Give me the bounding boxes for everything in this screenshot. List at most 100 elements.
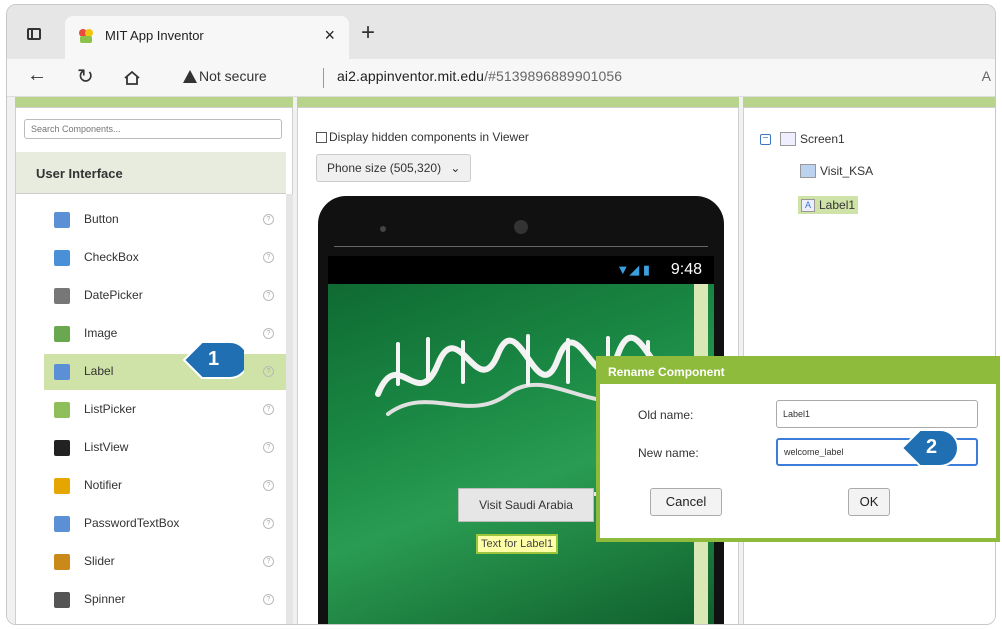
label1-component[interactable]: Text for Label1 — [476, 534, 559, 554]
tree-item-screen1[interactable]: Screen1 — [780, 132, 845, 146]
listpicker-icon — [54, 402, 70, 418]
back-arrow-icon[interactable]: ← — [27, 64, 47, 87]
phone-bezel-line — [334, 246, 708, 247]
callout-2-badge: 2 — [900, 426, 962, 470]
listview-icon — [54, 440, 70, 456]
image-icon — [54, 326, 70, 342]
phone-camera-icon — [514, 220, 528, 234]
cancel-button[interactable]: Cancel — [650, 488, 722, 516]
help-icon[interactable]: ? — [263, 556, 274, 567]
tree-label-screen1: Screen1 — [800, 132, 845, 146]
help-icon[interactable]: ? — [263, 404, 274, 415]
signal-battery-icon: ▼◢ ▮ — [616, 262, 650, 277]
screen-icon — [780, 132, 796, 146]
palette-item-notifier[interactable]: Notifier? — [44, 468, 290, 504]
components-header-strip — [743, 97, 995, 107]
address-bar: ← ↻ Not secure ai2.appinventor.mit.edu/#… — [7, 59, 995, 97]
tree-item-visit-ksa[interactable]: Visit_KSA — [800, 164, 873, 178]
new-tab-icon[interactable]: + — [361, 19, 375, 47]
help-icon[interactable]: ? — [263, 518, 274, 529]
callout-1-number: 1 — [208, 348, 220, 370]
home-icon[interactable] — [123, 69, 141, 87]
category-user-interface[interactable]: User Interface — [16, 152, 286, 194]
url-host: ai2.appinventor.mit.edu — [337, 68, 485, 84]
url-path: /#5139896889901056 — [484, 68, 623, 84]
help-icon[interactable]: ? — [263, 290, 274, 301]
tab-title: MIT App Inventor — [105, 28, 204, 43]
palette-item-image[interactable]: Image? — [44, 316, 290, 352]
tree-item-label1[interactable]: A Label1 — [798, 196, 859, 214]
search-components-input[interactable] — [24, 119, 282, 139]
viewer-header-strip — [297, 97, 739, 107]
palette-item-passwordtextbox[interactable]: PasswordTextBox? — [44, 506, 290, 542]
help-icon[interactable]: ? — [263, 214, 274, 225]
palette-item-listview[interactable]: ListView? — [44, 430, 290, 466]
palette-item-label: Notifier — [84, 478, 123, 492]
tab-close-icon[interactable]: × — [324, 25, 335, 46]
palette-item-label: Spinner — [84, 592, 126, 606]
palette-header-strip — [15, 97, 293, 107]
tab-bar: MIT App Inventor × + — [7, 5, 995, 59]
app-inventor-favicon-icon — [79, 29, 93, 43]
visit-ksa-button[interactable]: Visit Saudi Arabia — [458, 488, 594, 522]
callout-2-number: 2 — [926, 436, 938, 458]
slider-icon — [54, 554, 70, 570]
palette-item-label: ListPicker — [84, 402, 137, 416]
phone-status-bar: ▼◢ ▮ 9:48 — [328, 256, 714, 284]
spinner-icon — [54, 592, 70, 608]
callout-1-badge: 1 — [182, 338, 244, 382]
palette-item-button[interactable]: Button? — [44, 202, 290, 238]
help-icon[interactable]: ? — [263, 594, 274, 605]
notifier-icon — [54, 478, 70, 494]
palette-item-label: Button — [84, 212, 119, 226]
collapse-icon[interactable]: − — [760, 134, 771, 145]
help-icon[interactable]: ? — [263, 480, 274, 491]
help-icon[interactable]: ? — [263, 366, 274, 377]
password-icon — [54, 516, 70, 532]
palette-item-label: Image — [84, 326, 118, 340]
warning-icon — [183, 70, 197, 83]
palette-item-label: ListView — [84, 440, 129, 454]
dialog-title: Rename Component — [600, 360, 996, 384]
tab-mit-app-inventor[interactable]: MIT App Inventor × — [65, 16, 349, 59]
phone-size-value: Phone size (505,320) — [327, 161, 442, 175]
palette-item-slider[interactable]: Slider? — [44, 544, 290, 580]
palette-item-label: Label — [84, 364, 114, 378]
tab-actions-icon[interactable] — [27, 28, 41, 40]
checkbox-box[interactable] — [316, 131, 327, 143]
url-field[interactable]: ai2.appinventor.mit.edu/#513989688990105… — [337, 68, 622, 84]
phone-size-select[interactable]: Phone size (505,320) ⌄ — [316, 154, 472, 182]
datepicker-icon — [54, 288, 70, 304]
palette-item-checkbox[interactable]: CheckBox? — [44, 240, 290, 276]
palette-item-label[interactable]: Label? — [44, 354, 290, 390]
display-hidden-label: Display hidden components in Viewer — [329, 130, 529, 144]
old-name-label: Old name: — [638, 408, 694, 422]
help-icon[interactable]: ? — [263, 442, 274, 453]
palette-item-label: PasswordTextBox — [84, 516, 180, 530]
help-icon[interactable]: ? — [263, 328, 274, 339]
palette-item-label: CheckBox — [84, 250, 139, 264]
chevron-down-icon: ⌄ — [450, 161, 461, 175]
address-separator — [323, 68, 324, 88]
display-hidden-checkbox[interactable]: Display hidden components in Viewer — [316, 130, 529, 144]
button-icon — [800, 164, 816, 178]
help-icon[interactable]: ? — [263, 252, 274, 263]
not-secure-label[interactable]: Not secure — [199, 68, 267, 84]
read-aloud-icon[interactable]: A — [982, 68, 991, 84]
tree-label-label1: Label1 — [819, 198, 856, 212]
refresh-icon[interactable]: ↻ — [77, 64, 94, 89]
palette-item-label: Slider — [84, 554, 115, 568]
palette-scrollbar[interactable] — [286, 194, 293, 624]
palette-item-listpicker[interactable]: ListPicker? — [44, 392, 290, 428]
label-icon: A — [801, 198, 815, 212]
old-name-field[interactable] — [776, 400, 978, 428]
palette-item-datepicker[interactable]: DatePicker? — [44, 278, 290, 314]
status-time: 9:48 — [670, 261, 702, 278]
palette-item-label: DatePicker — [84, 288, 143, 302]
category-title: User Interface — [36, 166, 123, 181]
new-name-label: New name: — [638, 446, 699, 460]
checkbox-icon — [54, 250, 70, 266]
ok-button[interactable]: OK — [848, 488, 890, 516]
tree-label-visit-ksa: Visit_KSA — [820, 164, 874, 178]
palette-item-spinner[interactable]: Spinner? — [44, 582, 290, 618]
